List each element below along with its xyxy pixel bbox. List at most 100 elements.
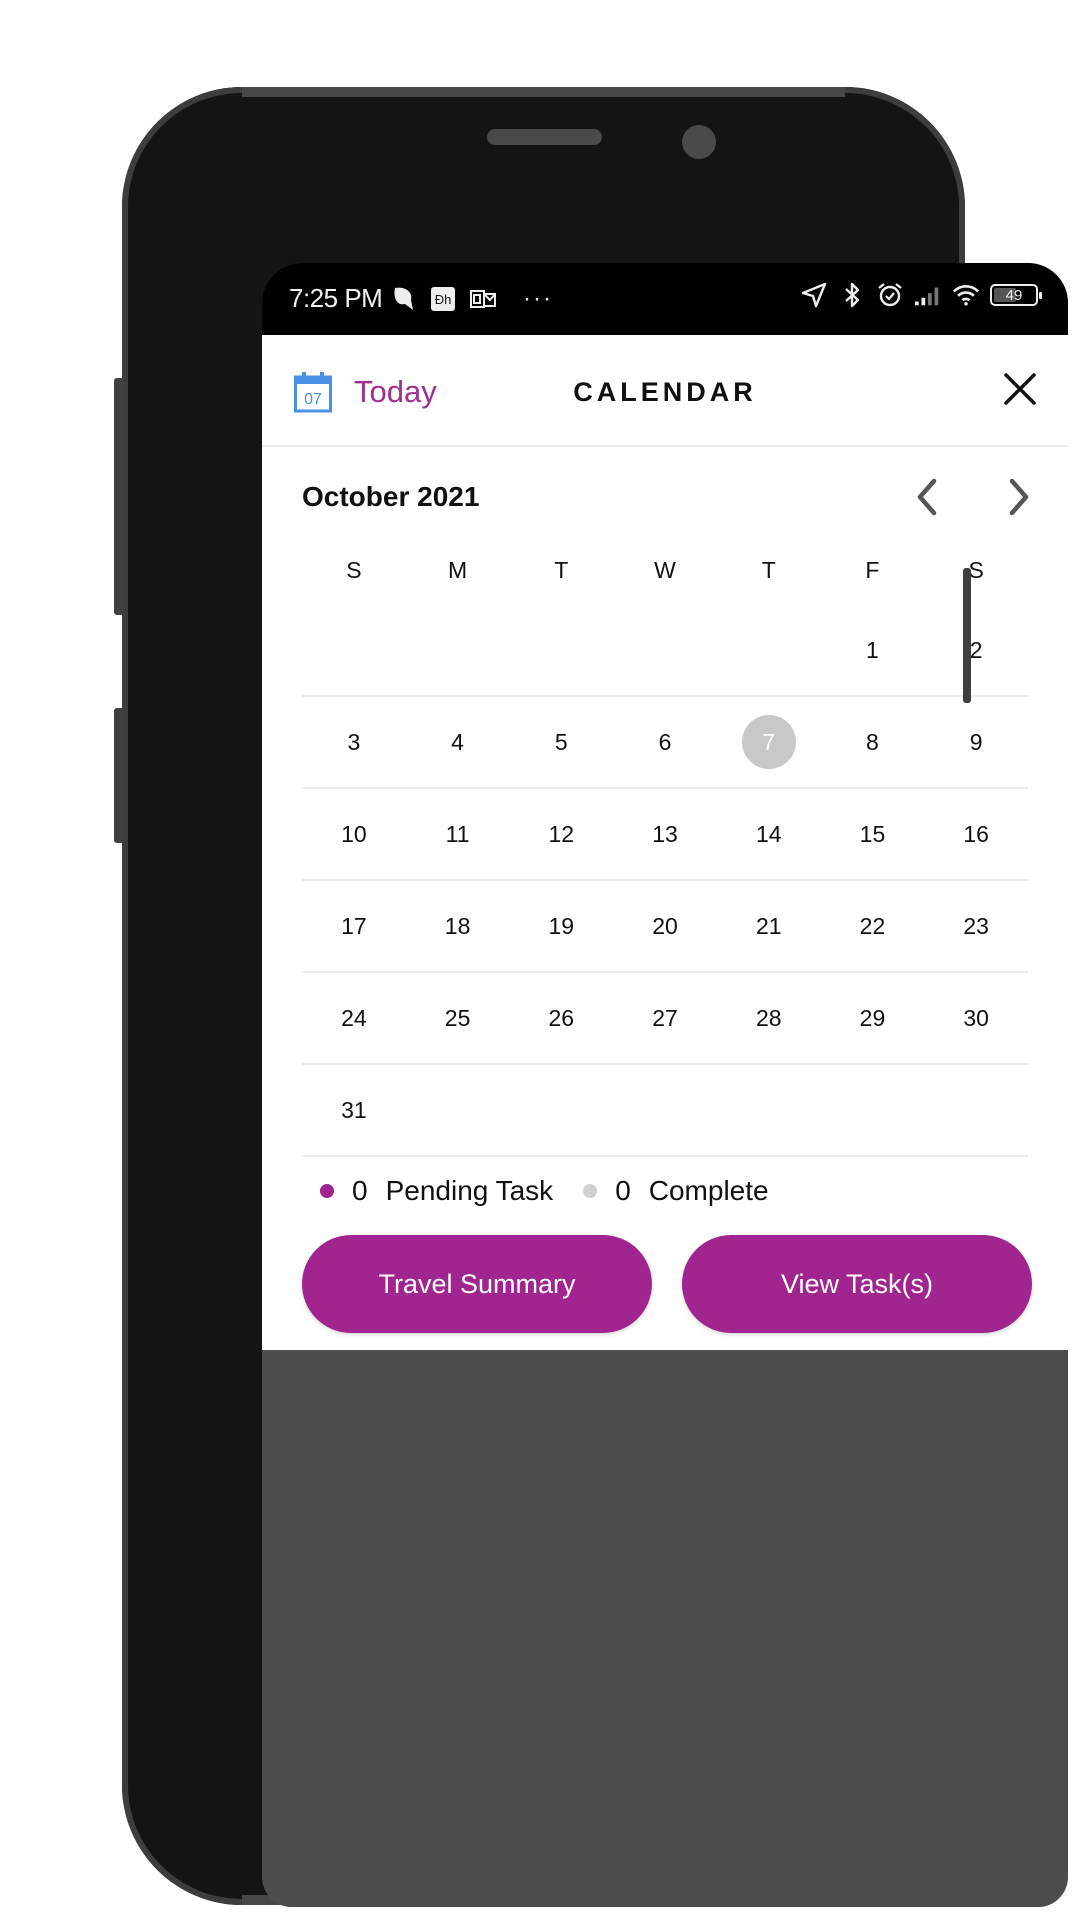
outlook-icon [469, 285, 497, 313]
chevron-right-icon [1009, 478, 1029, 516]
empty-day-cell [821, 1083, 925, 1137]
bluetooth-icon [838, 281, 866, 309]
empty-day-cell [717, 623, 821, 677]
day-cell[interactable]: 16 [924, 807, 1028, 861]
weekday-label: S [968, 557, 984, 583]
empty-day-cell [302, 623, 406, 677]
week-row: 17 18 19 20 21 22 23 [302, 881, 1028, 973]
prev-month-button[interactable] [908, 475, 948, 519]
close-button[interactable] [1002, 371, 1038, 407]
wifi-icon [952, 281, 980, 309]
day-cell[interactable]: 5 [509, 715, 613, 769]
view-tasks-button[interactable]: View Task(s) [682, 1235, 1032, 1333]
phone-camera [682, 125, 716, 159]
more-notifications-icon: ··· [523, 285, 553, 312]
day-cell[interactable]: 31 [302, 1083, 406, 1137]
status-time: 7:25 PM [289, 283, 383, 313]
battery-indicator: 49 [990, 284, 1042, 306]
complete-label: Complete [648, 1175, 769, 1206]
month-label: October 2021 [302, 481, 480, 512]
week-row: 31 [302, 1065, 1028, 1157]
day-cell[interactable]: 22 [821, 899, 925, 953]
location-icon [800, 281, 828, 309]
selected-day-indicator: 7 [741, 715, 796, 769]
day-cell[interactable]: 1 [821, 623, 925, 677]
battery-level: 49 [1005, 286, 1023, 304]
messenger-icon [389, 285, 417, 313]
day-cell[interactable]: 6 [613, 715, 717, 769]
day-cell[interactable]: 8 [821, 715, 925, 769]
month-navigation: October 2021 [302, 475, 1029, 525]
weekday-label: F [865, 557, 880, 583]
page-title: CALENDAR [573, 377, 757, 407]
svg-text:Ðh: Ðh [435, 292, 452, 307]
next-month-button[interactable] [998, 475, 1038, 519]
phone-top-edge [242, 87, 845, 97]
week-row: 3456789 [302, 697, 1028, 789]
day-cell[interactable]: 11 [406, 807, 510, 861]
day-cell[interactable]: 12 [509, 807, 613, 861]
calendar-grid: 1 2 3 4 5 6 7 8 9 10 11 12 13 14 15 16 17 18 19 20 21 22 23 24 2… [302, 605, 1028, 1157]
day-cell[interactable]: 14 [717, 807, 821, 861]
empty-day-cell [717, 1083, 821, 1137]
empty-day-cell [509, 1083, 613, 1137]
empty-day-cell [613, 623, 717, 677]
volume-down-button [114, 708, 124, 843]
complete-dot-icon [583, 1184, 598, 1198]
task-legend: 0 Pending Task 0 Complete [320, 1175, 799, 1207]
phone-screen: 7:25 PM Ðh ··· 49 07 Today CALENDAR Octo… [262, 263, 1068, 1907]
volume-up-button [114, 378, 124, 615]
weekday-label: T [554, 557, 569, 583]
weekday-label: S [346, 557, 362, 583]
day-cell[interactable]: 7 [717, 715, 821, 769]
day-cell[interactable]: 30 [924, 991, 1028, 1045]
day-cell[interactable]: 3 [302, 715, 406, 769]
pending-label: Pending Task [385, 1175, 554, 1206]
day-cell[interactable]: 24 [302, 991, 406, 1045]
day-cell[interactable]: 9 [924, 715, 1028, 769]
day-cell[interactable]: 17 [302, 899, 406, 953]
phone-frame: 7:25 PM Ðh ··· 49 07 Today CALENDAR Octo… [122, 87, 1068, 1907]
day-cell[interactable]: 10 [302, 807, 406, 861]
pending-dot-icon [320, 1184, 334, 1198]
day-cell[interactable]: 20 [613, 899, 717, 953]
calendar-panel: 07 Today CALENDAR October 2021 S M T W T… [262, 335, 1068, 1350]
empty-day-cell [509, 623, 613, 677]
chevron-left-icon [917, 478, 937, 516]
day-cell[interactable]: 15 [821, 807, 925, 861]
day-cell[interactable]: 13 [613, 807, 717, 861]
day-cell[interactable]: 26 [509, 991, 613, 1045]
calendar-header: 07 Today CALENDAR [262, 335, 1068, 447]
empty-day-cell [613, 1083, 717, 1137]
alarm-icon [876, 281, 904, 309]
day-cell[interactable]: 27 [613, 991, 717, 1045]
week-row: 10 11 12 13 14 15 16 [302, 789, 1028, 881]
weekday-label: W [654, 557, 676, 583]
status-bar: 7:25 PM Ðh ··· 49 [262, 263, 1068, 335]
day-cell[interactable]: 23 [924, 899, 1028, 953]
travel-summary-button[interactable]: Travel Summary [302, 1235, 652, 1333]
action-buttons: Travel Summary View Task(s) [302, 1235, 1032, 1333]
app-dh-icon: Ðh [429, 285, 457, 313]
day-cell[interactable]: 2 [924, 623, 1028, 677]
day-cell[interactable]: 19 [509, 899, 613, 953]
day-cell[interactable]: 28 [717, 991, 821, 1045]
complete-count: 0 [615, 1175, 631, 1206]
system-icons: 49 [800, 281, 1042, 309]
day-cell[interactable]: 25 [406, 991, 510, 1045]
weekday-label: M [447, 557, 468, 583]
close-icon [1004, 373, 1036, 405]
weekday-header: SMTWTFS [302, 557, 1028, 597]
day-cell[interactable]: 18 [406, 899, 510, 953]
day-cell[interactable]: 29 [821, 991, 925, 1045]
phone-speaker [487, 129, 602, 145]
empty-day-cell [406, 623, 510, 677]
empty-day-cell [406, 1083, 510, 1137]
week-row: 12 [302, 605, 1028, 697]
modal-backdrop[interactable] [272, 1350, 1058, 1907]
empty-day-cell [924, 1083, 1028, 1137]
day-cell[interactable]: 21 [717, 899, 821, 953]
signal-icon [914, 281, 942, 309]
day-cell[interactable]: 4 [406, 715, 510, 769]
notification-icons: Ðh ··· [389, 285, 553, 313]
